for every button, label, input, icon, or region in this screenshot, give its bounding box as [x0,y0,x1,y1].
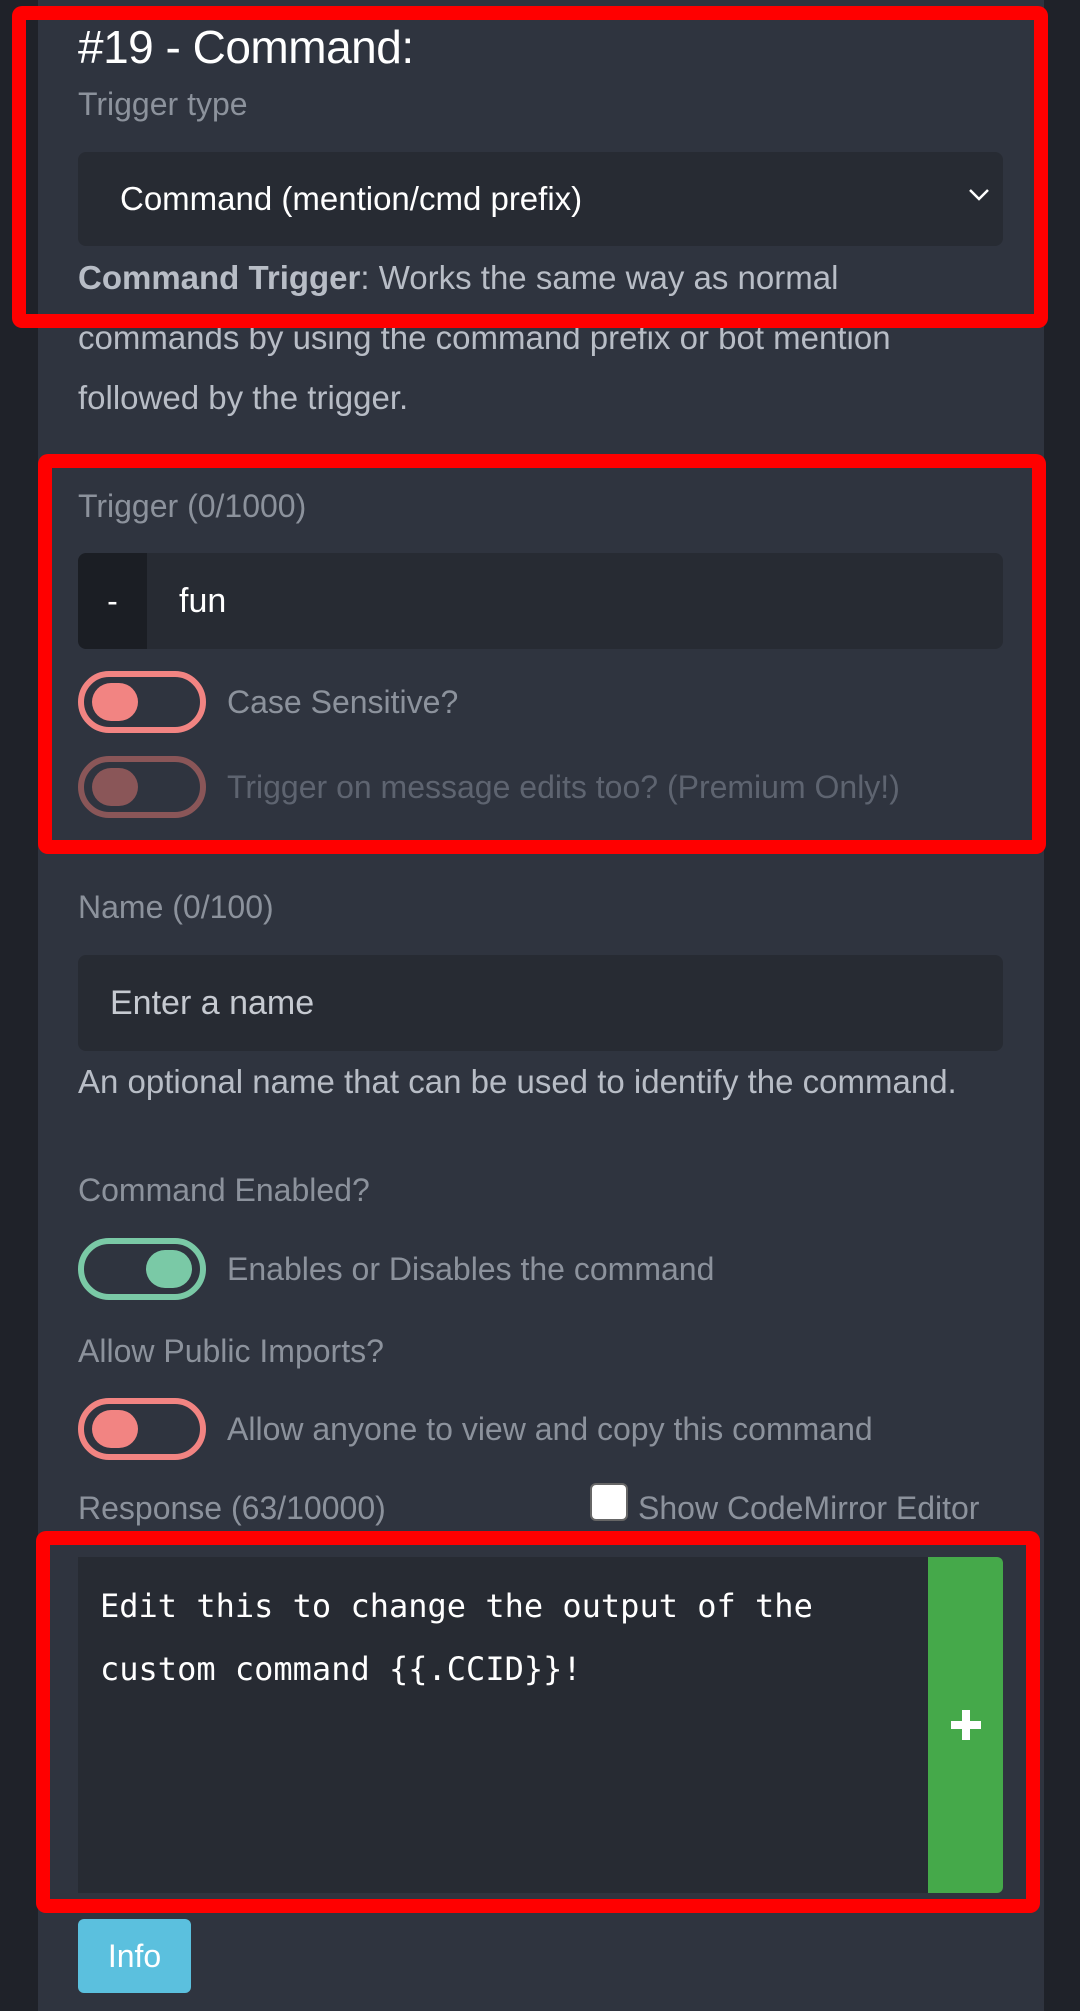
trigger-label: Trigger (0/1000) [78,488,307,524]
trigger-input-group: - [78,553,1003,649]
response-label: Response (63/10000) [78,1490,386,1526]
public-imports-toggle-label: Allow anyone to view and copy this comma… [227,1411,873,1447]
toggle-knob [92,768,138,806]
case-sensitive-label: Case Sensitive? [227,684,459,720]
add-response-button[interactable] [928,1557,1003,1893]
trigger-type-label: Trigger type [78,86,248,122]
name-label: Name (0/100) [78,889,274,925]
name-help-text: An optional name that can be used to ide… [78,1063,957,1100]
toggle-knob [92,683,138,721]
plus-icon [950,1710,981,1740]
codemirror-checkbox[interactable] [590,1483,628,1521]
command-title: #19 - Command: [78,21,414,73]
trigger-type-select[interactable]: Command (mention/cmd prefix) [78,152,1003,246]
trigger-input[interactable] [147,553,1003,649]
trigger-on-edits-toggle[interactable] [78,756,206,818]
trigger-type-description: Command Trigger: Works the same way as n… [78,248,1008,428]
trigger-type-description-bold: Command Trigger [78,259,361,296]
toggle-knob [146,1250,192,1288]
command-enabled-toggle[interactable] [78,1238,206,1300]
public-imports-toggle[interactable] [78,1398,206,1460]
case-sensitive-toggle[interactable] [78,671,206,733]
page: #19 - Command: Trigger type Command (men… [0,0,1080,2011]
toggle-knob [92,1410,138,1448]
response-textarea[interactable]: Edit this to change the output of the cu… [78,1557,928,1893]
trigger-prefix: - [78,553,147,649]
name-input[interactable] [78,955,1003,1051]
trigger-type-selected: Command (mention/cmd prefix) [120,180,583,217]
trigger-on-edits-label: Trigger on message edits too? (Premium O… [227,769,900,805]
command-enabled-toggle-label: Enables or Disables the command [227,1251,715,1287]
chevron-down-icon [969,189,989,201]
command-enabled-label: Command Enabled? [78,1172,370,1208]
info-button[interactable]: Info [78,1919,191,1993]
codemirror-label: Show CodeMirror Editor [638,1490,980,1526]
public-imports-label: Allow Public Imports? [78,1333,384,1369]
